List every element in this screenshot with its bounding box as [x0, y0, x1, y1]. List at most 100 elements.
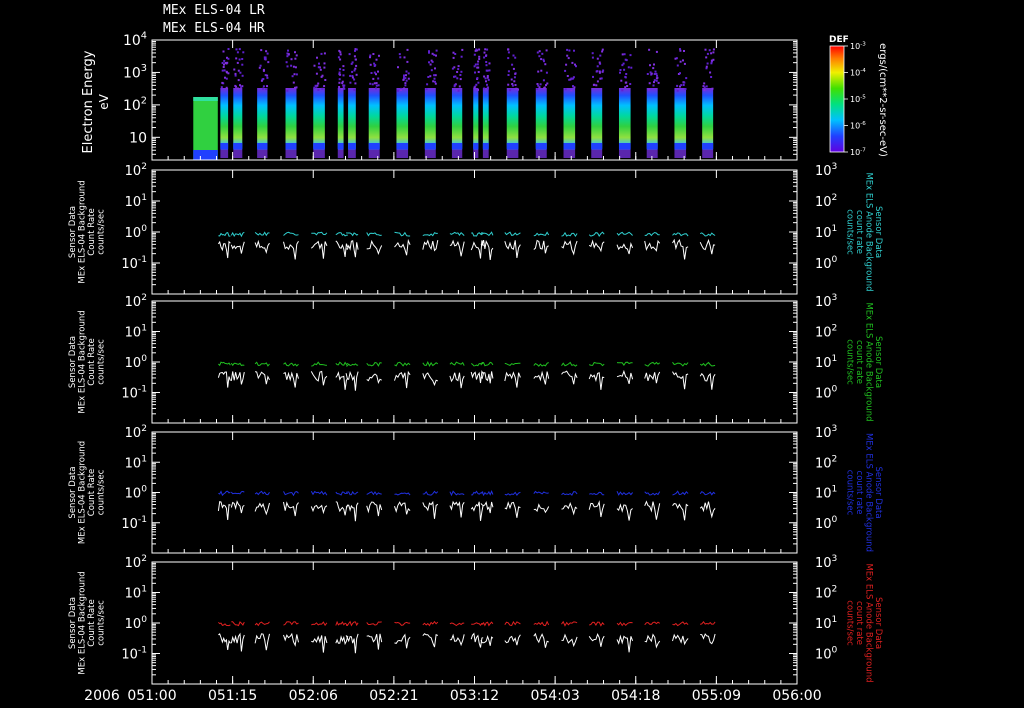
series-1-segment	[644, 500, 661, 520]
series-1-segment	[644, 371, 661, 384]
spectrogram-column-1	[220, 48, 230, 158]
right-ytick: 101	[815, 224, 837, 241]
series-0-segment	[561, 620, 578, 627]
series-0-segment	[672, 621, 689, 627]
series-0-segment	[218, 621, 231, 627]
right-ylabel-line: MEx ELS Anode Background	[864, 563, 874, 682]
series-1-segment	[366, 239, 383, 255]
x-tick-label: 056:00	[772, 688, 821, 704]
series-1-segment	[533, 503, 550, 514]
left-ylabel-line: Sensor Data	[68, 466, 78, 518]
series-0-segment	[394, 361, 411, 367]
series-1-segment	[480, 239, 494, 260]
series-0-segment	[311, 361, 327, 367]
count-rate-panel-1: 10-1100101102100101102103Sensor Data MEx …	[68, 162, 883, 295]
series-1-segment	[366, 373, 382, 384]
series-1-segment	[616, 242, 634, 255]
x-tick-label: 051:00	[127, 688, 176, 704]
count-rate-panel-3: 10-1100101102100101102103Sensor Data MEx …	[68, 424, 883, 554]
series-0-segment	[589, 621, 605, 627]
right-ylabel-line: counts/sec	[845, 209, 855, 255]
left-ytick: 10-1	[121, 385, 147, 402]
series-1-segment	[230, 241, 245, 254]
series-1-segment	[588, 372, 605, 390]
spectrogram-ytick: 104	[123, 31, 147, 49]
series-0-segment	[672, 232, 689, 237]
series-0-segment	[366, 621, 382, 626]
spectrogram-column-3	[257, 49, 270, 158]
left-ylabel-line: Count Rate	[87, 599, 97, 646]
x-tick-label: 054:03	[530, 688, 579, 704]
left-ytick: 102	[125, 293, 147, 310]
series-0-segment	[504, 491, 521, 496]
series-0-segment	[449, 231, 465, 236]
left-ylabel-line: Sensor Data	[68, 336, 78, 388]
left-ylabel-line: MEx ELS-04 Background	[78, 310, 88, 413]
series-1-segment	[449, 633, 465, 647]
series-1-segment	[335, 240, 349, 257]
colorbar-title: DEF	[829, 35, 849, 45]
series-1-segment	[470, 240, 484, 259]
series-1-segment	[449, 239, 465, 257]
series-0-segment	[533, 231, 550, 237]
series-0-segment	[589, 491, 605, 496]
series-1-segment	[588, 632, 605, 647]
spectrogram-column-13	[482, 48, 491, 158]
series-1-segment	[504, 634, 521, 646]
series-0-segment	[218, 231, 231, 237]
series-1-segment	[699, 372, 716, 390]
spectrogram-column-8	[368, 53, 380, 158]
series-1-segment	[699, 238, 716, 255]
left-ylabel-line: MEx ELS-04 Background	[78, 180, 88, 283]
spectrogram-column-5	[313, 52, 327, 158]
series-1-segment	[449, 500, 465, 518]
right-ylabel-line: counts/sec	[845, 339, 855, 385]
right-ytick: 101	[815, 354, 837, 371]
right-ytick: 102	[815, 324, 837, 341]
series-0-segment	[366, 232, 382, 237]
series-0-segment	[504, 362, 521, 366]
series-0-segment	[311, 231, 328, 236]
spectrogram-column-17	[591, 48, 605, 158]
series-0-segment	[335, 361, 349, 366]
left-ylabel-line: MEx ELS-04 Background	[78, 571, 88, 674]
series-1-segment	[616, 369, 634, 385]
series-0-segment	[480, 621, 494, 627]
series-1	[217, 238, 716, 260]
series-0-segment	[699, 491, 716, 496]
series-1-segment	[283, 501, 299, 517]
series-0-segment	[700, 621, 716, 625]
series-1-segment	[449, 372, 465, 389]
series-1-segment	[561, 370, 578, 385]
series-0-segment	[254, 621, 270, 627]
series-0-segment	[616, 231, 633, 236]
series-1-segment	[230, 500, 245, 514]
left-ylabel-line: MEx ELS-04 Background	[78, 441, 88, 544]
series-1-segment	[335, 635, 349, 646]
series-1-segment	[616, 503, 633, 521]
right-ytick: 102	[815, 454, 837, 471]
right-ylabel-line: count rate	[854, 340, 864, 384]
series-0-segment	[644, 621, 660, 626]
series-1-segment	[561, 501, 578, 516]
series-0	[218, 361, 716, 368]
series-1-segment	[218, 633, 231, 650]
series-1-segment	[366, 501, 383, 517]
right-ylabel-line: Sensor Data	[873, 597, 883, 649]
series-1-segment	[504, 501, 521, 518]
right-ytick: 100	[815, 646, 838, 663]
series-0-segment	[346, 620, 359, 627]
spectrogram-column-14	[506, 48, 519, 158]
x-tick-label: 051:15	[208, 688, 257, 704]
series-1-segment	[672, 633, 689, 646]
series-1-segment	[394, 633, 411, 649]
count-rate-panel-4: 10-1100101102100101102103Sensor Data MEx …	[68, 554, 883, 685]
spectrogram-column-2	[233, 48, 245, 158]
series-1-segment	[394, 501, 411, 515]
series-0-segment	[254, 361, 270, 367]
series-0-segment	[672, 490, 689, 496]
series-0	[218, 620, 716, 627]
spectrogram-ytick: 102	[123, 96, 147, 114]
series-1-segment	[394, 370, 411, 389]
right-ylabel-line: counts/sec	[845, 600, 855, 646]
